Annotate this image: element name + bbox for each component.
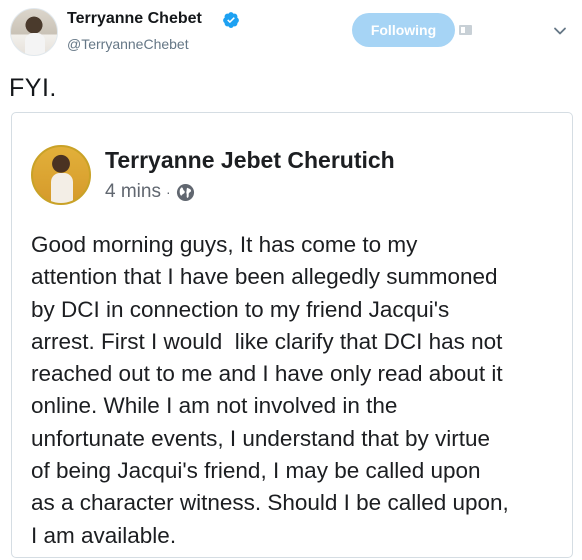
post-body-line: reached out to me and I have only read a… [31,361,503,387]
post-body-line: by DCI in connection to my friend Jacqui… [31,296,450,322]
verified-badge-icon [223,12,239,28]
tweet-text: FYI. [9,74,57,102]
author-handle[interactable]: @TerryanneChebet [67,36,189,52]
meta-separator: · [165,184,171,200]
post-timestamp: 4 mins [105,181,161,202]
author-avatar[interactable] [10,8,58,56]
post-body-line: I am available. [31,522,177,548]
post-body-line: Good morning guys, It has come to my [31,232,418,257]
following-button[interactable]: Following [352,13,455,47]
post-author-name: Terryanne Jebet Cherutich [105,147,395,173]
post-body-line: as a character witness. Should I be call… [31,490,509,516]
tweet-header: Terryanne Chebet @TerryanneChebet Follow… [0,0,582,62]
post-body-line: unfortunate events, I understand that by… [31,425,491,451]
post-meta: 4 mins · [105,181,195,203]
post-author-avatar [31,145,91,205]
post-body-line: attention that I have been allegedly sum… [31,264,498,290]
post-body: Good morning guys, It has come to my att… [31,229,566,552]
globe-icon [176,183,194,201]
chevron-down-icon[interactable] [553,24,567,38]
post-body-line: arrest. First I would like clarify that … [31,328,503,354]
post-body-line: online. While I am not involved in the [31,393,398,419]
embedded-screenshot-card[interactable]: Terryanne Jebet Cherutich 4 mins · Good … [11,112,573,558]
author-display-name[interactable]: Terryanne Chebet [67,10,202,28]
profile-card-icon[interactable] [459,25,472,35]
post-body-line: of being Jacqui's friend, I may be calle… [31,458,481,484]
